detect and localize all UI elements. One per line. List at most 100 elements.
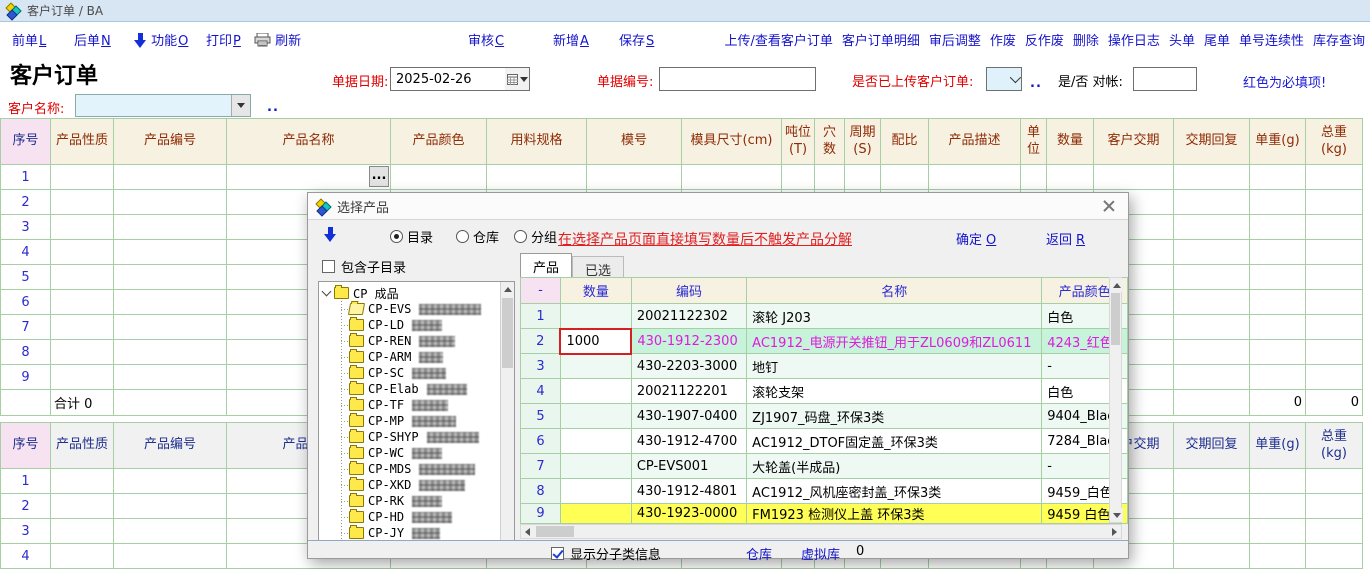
grid-cell[interactable] [1174, 315, 1250, 340]
grid-cell[interactable] [114, 265, 227, 290]
tree-item-cp-wc[interactable]: CP-WC [349, 445, 514, 461]
first-order-link[interactable]: 头单 [1169, 30, 1195, 49]
customer-more-button[interactable]: .. [267, 100, 279, 115]
tree-item-cp-evs[interactable]: CP-EVS [349, 301, 514, 317]
scroll-right-button[interactable] [1108, 525, 1121, 538]
scrollbar-thumb[interactable] [502, 298, 513, 368]
grid-cell[interactable] [1174, 240, 1250, 265]
refresh-button[interactable]: 刷新 [254, 30, 301, 49]
grid-cell[interactable] [114, 240, 227, 265]
grid-cell[interactable] [1174, 494, 1250, 519]
scroll-down-button[interactable] [1110, 508, 1123, 522]
grid-cell[interactable] [1306, 190, 1363, 215]
name-cell[interactable]: 地钉 [747, 354, 1042, 379]
grid-cell[interactable] [929, 165, 1021, 190]
grid-cell[interactable] [1306, 365, 1363, 390]
grid-cell[interactable] [51, 165, 114, 190]
table-horizontal-scrollbar[interactable] [520, 524, 1122, 539]
grid-cell[interactable] [1047, 165, 1094, 190]
last-order-link[interactable]: 尾单 [1204, 30, 1230, 49]
grid-cell[interactable] [1306, 340, 1363, 365]
radio-warehouse[interactable]: 仓库 [456, 227, 499, 246]
qty-cell[interactable] [560, 454, 631, 479]
radio-catalog[interactable]: 目录 [390, 227, 433, 246]
ok-button[interactable]: 确定O [956, 229, 996, 248]
customer-name-select[interactable] [75, 94, 251, 117]
tree-item-cp-rk[interactable]: CP-RK [349, 493, 514, 509]
grid-cell[interactable] [815, 165, 845, 190]
grid-cell[interactable] [881, 165, 929, 190]
operation-log-link[interactable]: 操作日志 [1108, 30, 1160, 49]
tree-root-cp[interactable]: CP 成品 [323, 285, 514, 301]
qty-cell[interactable] [560, 379, 631, 404]
qty-cell[interactable] [560, 504, 631, 524]
grid-cell[interactable] [1250, 340, 1306, 365]
grid-cell[interactable] [51, 215, 114, 240]
grid-cell[interactable] [1306, 494, 1363, 519]
grid-cell[interactable] [1174, 340, 1250, 365]
name-cell[interactable]: 大轮盖(半成品) [747, 454, 1042, 479]
show-subclass-checkbox[interactable]: 显示分子类信息 [551, 544, 661, 563]
grid-cell[interactable] [51, 469, 114, 494]
next-order-button[interactable]: 后单N [74, 30, 111, 49]
grid-cell[interactable] [1306, 265, 1363, 290]
grid-cell[interactable] [1306, 469, 1363, 494]
name-cell[interactable]: ZJ1907_码盘_环保3类 [747, 404, 1042, 429]
grid-cell[interactable] [1174, 544, 1250, 569]
grid-cell[interactable] [1250, 240, 1306, 265]
grid-cell[interactable] [391, 165, 487, 190]
tree-item-cp-tf[interactable]: CP-TF [349, 397, 514, 413]
grid-cell[interactable] [1250, 290, 1306, 315]
grid-cell[interactable] [1174, 469, 1250, 494]
grid-cell[interactable] [114, 165, 227, 190]
date-picker-button[interactable] [505, 68, 529, 90]
table-vertical-scrollbar[interactable] [1109, 277, 1122, 523]
code-cell[interactable]: 430-1907-0400 [631, 404, 746, 429]
tree-item-cp-ren[interactable]: CP-REN [349, 333, 514, 349]
tree-item-cp-shyp[interactable]: CP-SHYP [349, 429, 514, 445]
grid-cell[interactable] [51, 340, 114, 365]
grid-cell[interactable] [114, 469, 227, 494]
grid-cell[interactable] [1250, 519, 1306, 544]
tree-scrollbar[interactable] [500, 282, 514, 540]
grid-cell[interactable] [51, 365, 114, 390]
grid-cell[interactable] [1250, 365, 1306, 390]
grid-cell[interactable] [1306, 240, 1363, 265]
product-picker-button[interactable]: ... [369, 166, 389, 187]
grid-cell[interactable] [51, 265, 114, 290]
code-cell[interactable]: 20021122201 [631, 379, 746, 404]
qty-cell[interactable] [560, 429, 631, 454]
grid-cell[interactable] [1174, 190, 1250, 215]
warehouse-link[interactable]: 仓库 [746, 544, 772, 563]
order-no-continuity-link[interactable]: 单号连续性 [1239, 30, 1304, 49]
grid-cell[interactable]: ... [227, 165, 391, 190]
functions-button[interactable]: 功能O [134, 30, 188, 49]
grid-cell[interactable] [114, 365, 227, 390]
name-cell[interactable]: AC1912_电源开关推钮_用于ZL0609和ZL0611 [747, 329, 1042, 354]
grid-cell[interactable] [1250, 165, 1306, 190]
scroll-up-button[interactable] [1110, 278, 1123, 292]
grid-cell[interactable] [682, 165, 782, 190]
save-button[interactable]: 保存S [619, 30, 654, 49]
grid-cell[interactable] [487, 165, 587, 190]
grid-cell[interactable] [1174, 519, 1250, 544]
code-cell[interactable]: CP-EVS001 [631, 454, 746, 479]
name-cell[interactable]: AC1912_风机座密封盖_环保3类 [747, 479, 1042, 504]
scrollbar-thumb[interactable] [1111, 293, 1120, 345]
uploaded-select[interactable] [986, 67, 1022, 91]
name-cell[interactable]: 滚轮支架 [747, 379, 1042, 404]
qty-cell[interactable] [560, 304, 631, 329]
grid-cell[interactable] [51, 315, 114, 340]
grid-cell[interactable] [845, 165, 881, 190]
grid-cell[interactable] [51, 544, 114, 569]
include-subdir-checkbox[interactable]: 包含子目录 [322, 257, 406, 276]
qty-cell[interactable] [560, 479, 631, 504]
grid-cell[interactable] [1174, 265, 1250, 290]
grid-cell[interactable] [1306, 165, 1363, 190]
tree-item-cp-hd[interactable]: CP-HD [349, 509, 514, 525]
grid-cell[interactable] [587, 165, 682, 190]
tree-item-cp-mds[interactable]: CP-MDS [349, 461, 514, 477]
grid-cell[interactable] [114, 494, 227, 519]
grid-cell[interactable] [1250, 469, 1306, 494]
grid-cell[interactable] [114, 315, 227, 340]
